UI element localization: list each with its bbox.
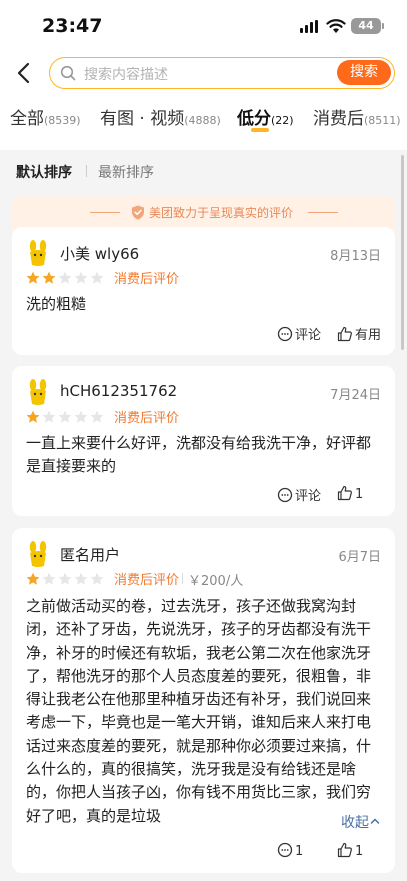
like-label: 有用: [355, 328, 382, 343]
comment-icon: [277, 326, 293, 342]
tab-all[interactable]: 全部(8539): [10, 104, 81, 129]
search-button[interactable]: 搜索: [337, 60, 391, 85]
comment-button[interactable]: 评论: [277, 324, 321, 343]
comment-button[interactable]: 1: [277, 842, 303, 859]
banner-line-left: [90, 212, 120, 213]
search-icon: [60, 65, 76, 81]
comment-icon: [277, 487, 293, 503]
comment-label: 评论: [295, 328, 322, 343]
star-rating: [26, 409, 106, 423]
like-label: 1: [355, 487, 364, 502]
star-empty-icon: [58, 410, 72, 423]
active-tab-indicator: [251, 128, 269, 132]
search-bar[interactable]: 搜索内容描述 搜索: [49, 57, 395, 89]
review-username[interactable]: 小美 wly66: [60, 243, 139, 264]
thumbs-up-icon: [337, 326, 352, 342]
review-tag: 消费后评价: [114, 573, 180, 588]
like-label: 1: [355, 844, 364, 859]
avatar: [29, 240, 47, 266]
review-date: 7月24日: [330, 388, 381, 403]
star-filled-icon: [26, 410, 40, 423]
review-date: 6月7日: [338, 550, 381, 565]
scrollbar[interactable]: [401, 155, 404, 350]
star-empty-icon: [58, 572, 72, 585]
star-empty-icon: [90, 410, 104, 423]
review-username[interactable]: hCH612351762: [60, 382, 177, 400]
star-empty-icon: [42, 410, 56, 423]
battery-icon: 44: [351, 18, 384, 34]
review-text: 之前做活动买的卷，过去洗牙，孩子还做我窝沟封闭，还补了牙齿，先说洗牙，孩子的牙齿…: [26, 597, 372, 825]
sort-divider: [86, 165, 87, 177]
like-button[interactable]: 1: [337, 485, 363, 502]
star-empty-icon: [90, 572, 104, 585]
tab-label: 有图 · 视频: [100, 109, 185, 129]
review-username[interactable]: 匿名用户: [60, 544, 120, 565]
avatar: [29, 541, 47, 567]
thumbs-up-icon: [337, 485, 352, 501]
status-bar: 23:47 44: [0, 0, 407, 52]
avatar: [29, 379, 47, 405]
comment-label: 评论: [295, 489, 322, 504]
authenticity-banner: 美团致力于呈现真实的评价: [12, 195, 395, 231]
sort-latest-option[interactable]: 最新排序: [98, 162, 154, 182]
star-empty-icon: [90, 271, 104, 284]
banner-text: 美团致力于呈现真实的评价: [149, 206, 294, 220]
star-empty-icon: [42, 572, 56, 585]
tab-label: 全部: [10, 109, 44, 129]
review-tag: 消费后评价: [114, 272, 180, 287]
tab-count: (8539): [44, 114, 81, 127]
star-filled-icon: [42, 271, 56, 284]
tab-count: (8511): [364, 114, 401, 127]
star-filled-icon: [26, 271, 40, 284]
wifi-icon: [326, 19, 346, 33]
comment-icon: [277, 842, 293, 858]
collapse-label: 收起: [341, 815, 369, 831]
tab-photo-video[interactable]: 有图 · 视频(4888): [100, 104, 221, 129]
comment-label: 1: [295, 844, 304, 859]
banner-line-right: [308, 212, 338, 213]
chevron-up-icon: [370, 818, 380, 824]
star-filled-icon: [26, 572, 40, 585]
shield-check-icon: [132, 205, 144, 220]
comment-button[interactable]: 评论: [277, 485, 321, 504]
like-button[interactable]: 有用: [337, 324, 381, 343]
star-empty-icon: [74, 572, 88, 585]
thumbs-up-icon: [337, 842, 352, 858]
star-rating: [26, 571, 106, 585]
sort-bar: 默认排序 最新排序: [0, 150, 407, 192]
review-text: 一直上来要什么好评，洗都没有给我洗干净，好评都是直接要来的: [26, 434, 372, 475]
back-arrow-icon[interactable]: [12, 60, 38, 86]
like-button[interactable]: 1: [337, 842, 363, 859]
star-empty-icon: [74, 410, 88, 423]
tab-label: 低分: [237, 109, 271, 129]
status-time: 23:47: [42, 15, 103, 37]
review-price: ￥200/人: [181, 570, 243, 589]
tab-low-score[interactable]: 低分(22): [237, 104, 294, 129]
tab-count: (22): [271, 114, 294, 127]
review-card: 匿名用户 6月7日 消费后评价 ￥200/人 之前做活动买的卷，过去洗牙，孩子还…: [12, 528, 395, 873]
sort-default-option[interactable]: 默认排序: [16, 162, 72, 182]
tab-after-purchase[interactable]: 消费后(8511): [313, 104, 401, 129]
filter-tabs: 全部(8539) 有图 · 视频(4888) 低分(22) 消费后(8511): [0, 104, 407, 138]
review-card: hCH612351762 7月24日 消费后评价 一直上来要什么好评，洗都没有给…: [12, 366, 395, 516]
tab-label: 消费后: [313, 109, 364, 129]
star-empty-icon: [74, 271, 88, 284]
star-rating: [26, 270, 106, 284]
review-card: 小美 wly66 8月13日 消费后评价 洗的粗糙 评论 有用: [12, 227, 395, 355]
review-tag: 消费后评价: [114, 411, 180, 426]
star-empty-icon: [58, 271, 72, 284]
cellular-signal-icon: [300, 20, 320, 33]
collapse-button[interactable]: 收起: [341, 812, 381, 832]
search-input[interactable]: 搜索内容描述: [84, 64, 168, 84]
review-date: 8月13日: [330, 249, 381, 264]
review-text: 洗的粗糙: [26, 295, 87, 313]
tab-count: (4888): [184, 114, 221, 127]
